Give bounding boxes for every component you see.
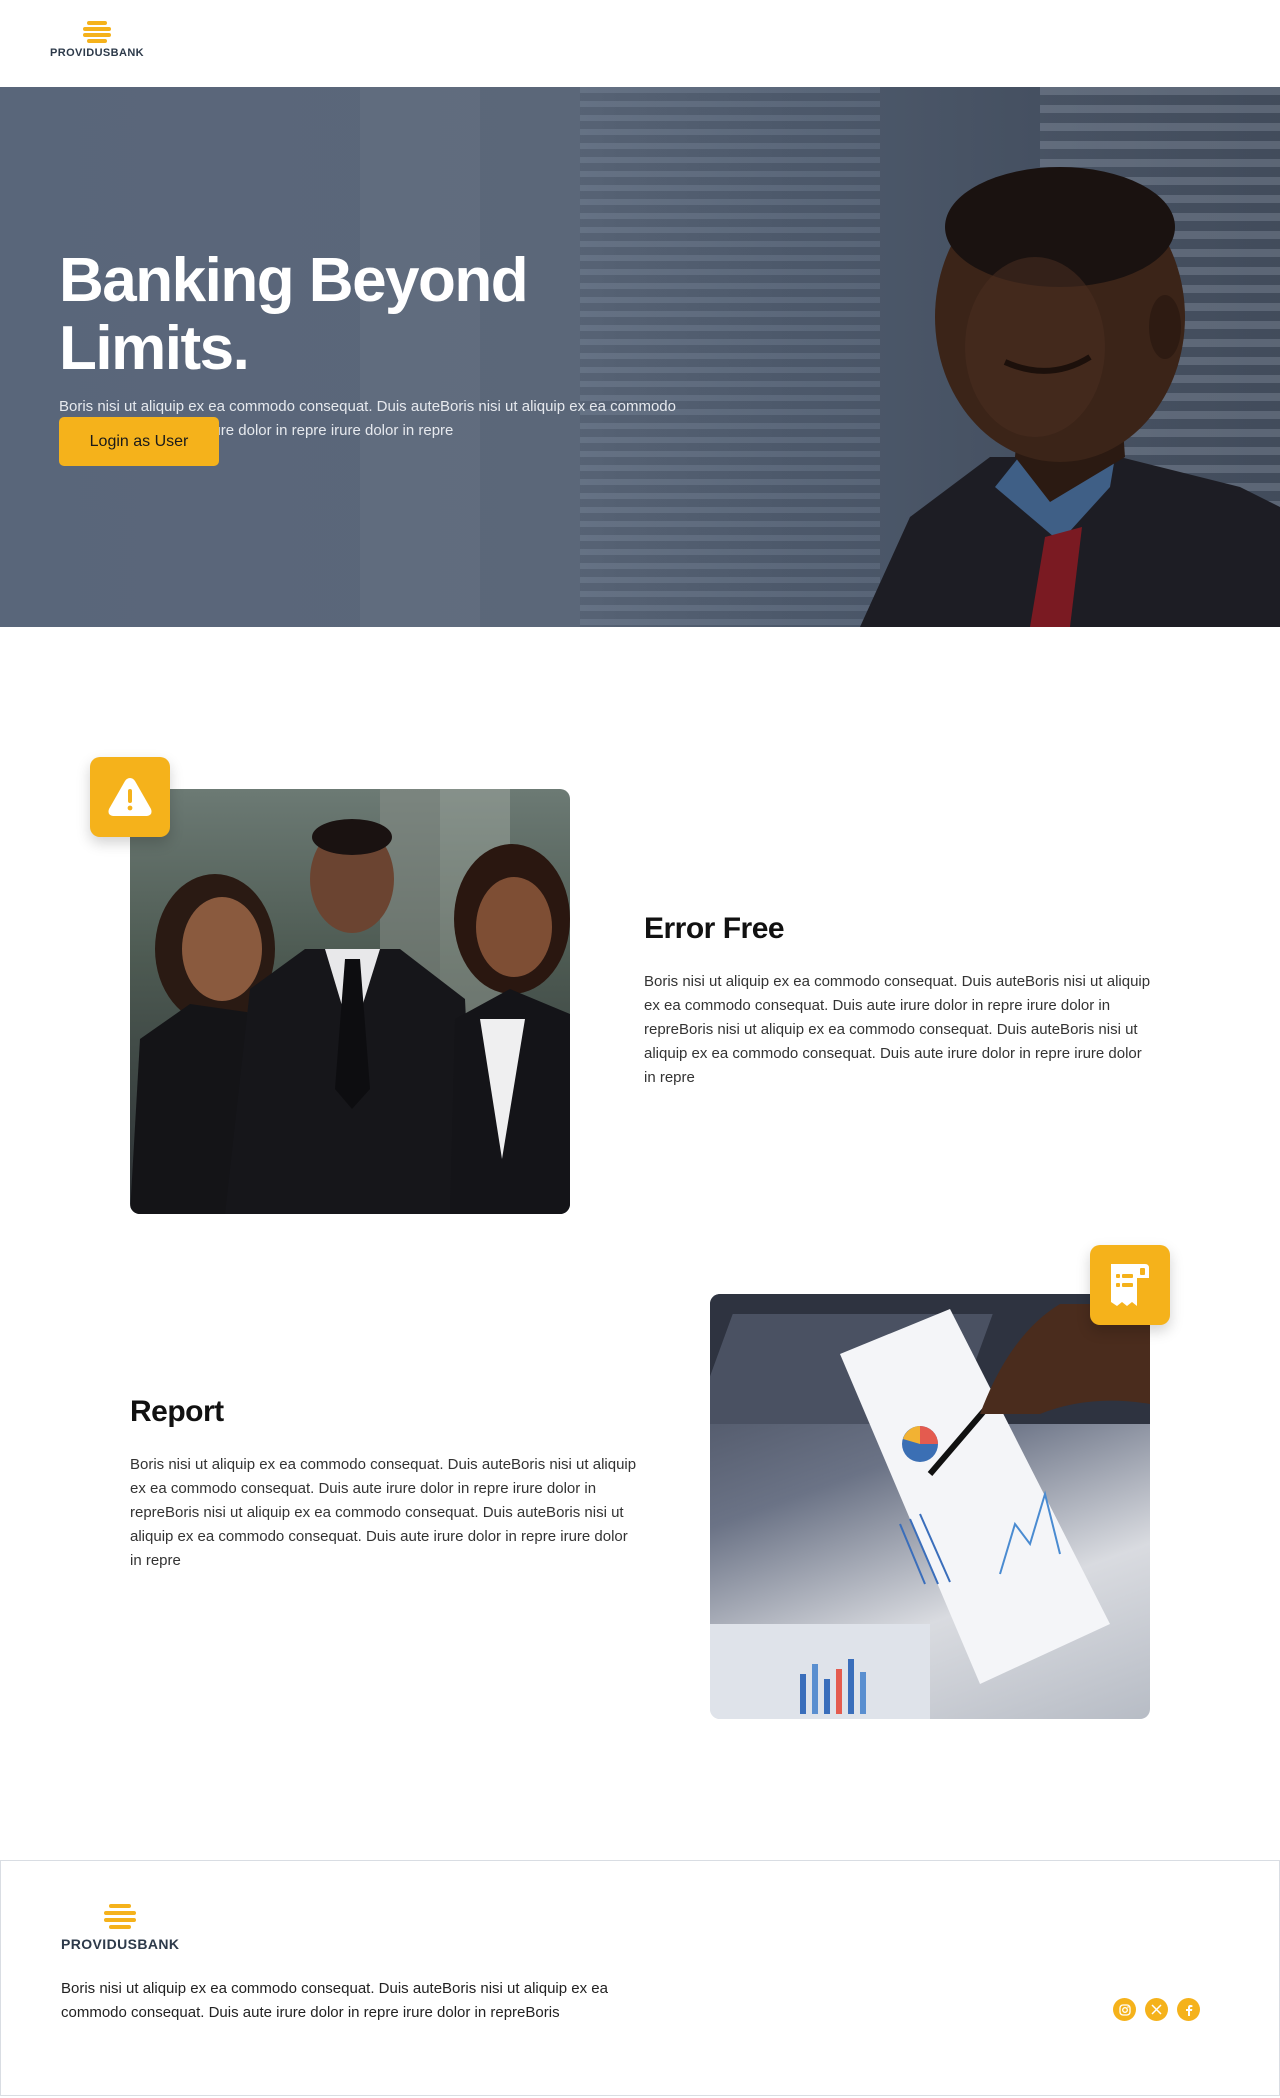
finance-report-photo [710, 1294, 1150, 1719]
hero-title: Banking Beyond Limits. [59, 246, 529, 384]
footer-description: Boris nisi ut aliquip ex ea commodo cons… [61, 1980, 608, 2021]
x-icon[interactable] [1145, 1998, 1168, 2021]
instagram-icon[interactable] [1113, 1998, 1136, 2021]
warning-icon [108, 778, 152, 816]
facebook-icon[interactable] [1177, 1998, 1200, 2021]
header-logo[interactable]: PROVIDUSBANK [50, 20, 144, 59]
login-as-user-button[interactable]: Login as User [59, 417, 219, 466]
feature-body-report: Boris nisi ut aliquip ex ea commodo cons… [130, 1456, 637, 1569]
businessman-portrait-photo [860, 167, 1280, 627]
warning-icon-badge [90, 757, 170, 837]
receipt-icon [1111, 1264, 1149, 1306]
hero-section: Banking Beyond Limits. Boris nisi ut ali… [0, 87, 1280, 627]
feature-title-error-free: Error Free [644, 912, 785, 945]
footer-logo[interactable]: PROVIDUSBANK [61, 1902, 179, 1952]
providus-logo-icon [103, 1902, 137, 1930]
feature-body-error-free: Boris nisi ut aliquip ex ea commodo cons… [644, 973, 1151, 1086]
feature-title-report: Report [130, 1395, 224, 1428]
receipt-icon-badge [1090, 1245, 1170, 1325]
social-links [1113, 1998, 1200, 2021]
providus-logo-icon [82, 20, 112, 44]
business-team-photo [130, 789, 570, 1214]
logo-wordmark: PROVIDUSBANK [50, 47, 145, 59]
hero-text-block: Banking Beyond Limits. Boris nisi ut ali… [59, 246, 719, 443]
footer-logo-wordmark: PROVIDUSBANK [61, 1936, 180, 1952]
top-navbar: PROVIDUSBANK [0, 0, 1280, 87]
